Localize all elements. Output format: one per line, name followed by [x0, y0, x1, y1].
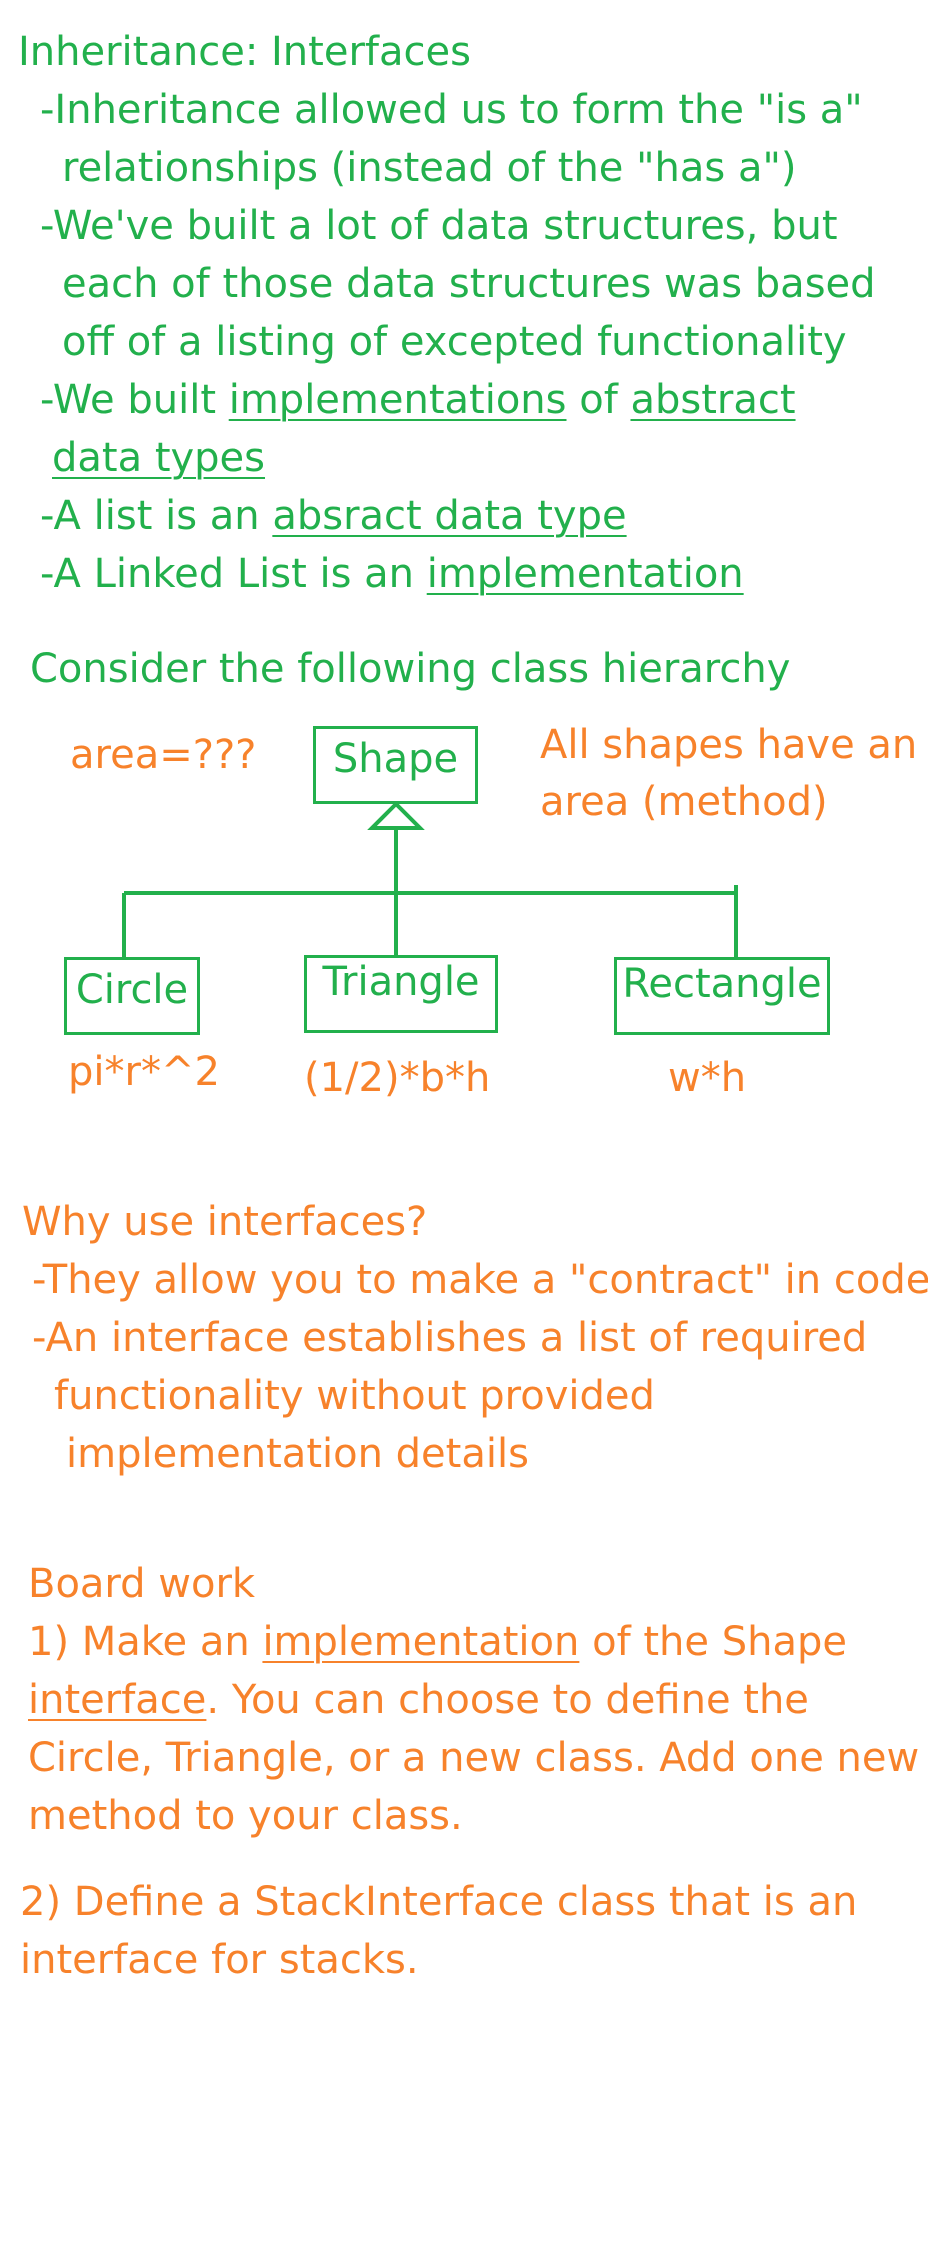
- shape-note-line-1: All shapes have an: [540, 722, 918, 768]
- board-item-2-line-2: interface for stacks.: [20, 1937, 419, 1983]
- shape-note-line-2: area (method): [540, 779, 828, 825]
- circle-class-label: Circle: [75, 967, 189, 1013]
- why-line-1: -They allow you to make a "contract" in …: [32, 1257, 928, 1303]
- board-item-1-line-1: 1) Make an implementation of the Shape: [28, 1618, 847, 1666]
- why-line-2: -An interface establishes a list of requ…: [32, 1315, 868, 1361]
- circle-formula: pi*r*^2: [68, 1049, 220, 1095]
- shape-area-annotation: area=???: [70, 732, 257, 778]
- board-item-2-line-1: 2) Define a StackInterface class that is…: [20, 1879, 858, 1925]
- why-line-3: functionality without provided: [54, 1373, 655, 1419]
- shape-class-label: Shape: [332, 736, 459, 782]
- board-item-1-line-1-pre: 1) Make an: [28, 1619, 263, 1665]
- rectangle-class-box: Rectangle: [614, 957, 830, 1035]
- board-item-1-line-2: interface. You can choose to define the: [28, 1676, 809, 1724]
- hierarchy-connectors: [122, 801, 738, 957]
- why-line-4: implementation details: [66, 1431, 529, 1477]
- board-item-1-line-2-post: . You can choose to define the: [206, 1677, 809, 1723]
- rectangle-class-label: Rectangle: [622, 961, 822, 1007]
- inheritance-arrowhead: [367, 801, 425, 830]
- circle-class-box: Circle: [64, 957, 200, 1035]
- board-item-1-line-3: Circle, Triangle, or a new class. Add on…: [28, 1735, 920, 1781]
- triangle-formula: (1/2)*b*h: [304, 1055, 491, 1101]
- triangle-class-box: Triangle: [304, 955, 498, 1033]
- board-item-1-line-1-post: of the Shape: [579, 1619, 847, 1665]
- board-item-1-line-4: method to your class.: [28, 1793, 463, 1839]
- rectangle-formula: w*h: [668, 1055, 747, 1101]
- shape-class-box: Shape: [313, 726, 478, 804]
- section-title-board-work: Board work: [28, 1561, 256, 1607]
- term-board-implementation: implementation: [262, 1619, 580, 1665]
- triangle-class-label: Triangle: [322, 959, 480, 1005]
- section-title-why: Why use interfaces?: [22, 1199, 428, 1245]
- term-board-interface: interface: [28, 1677, 207, 1723]
